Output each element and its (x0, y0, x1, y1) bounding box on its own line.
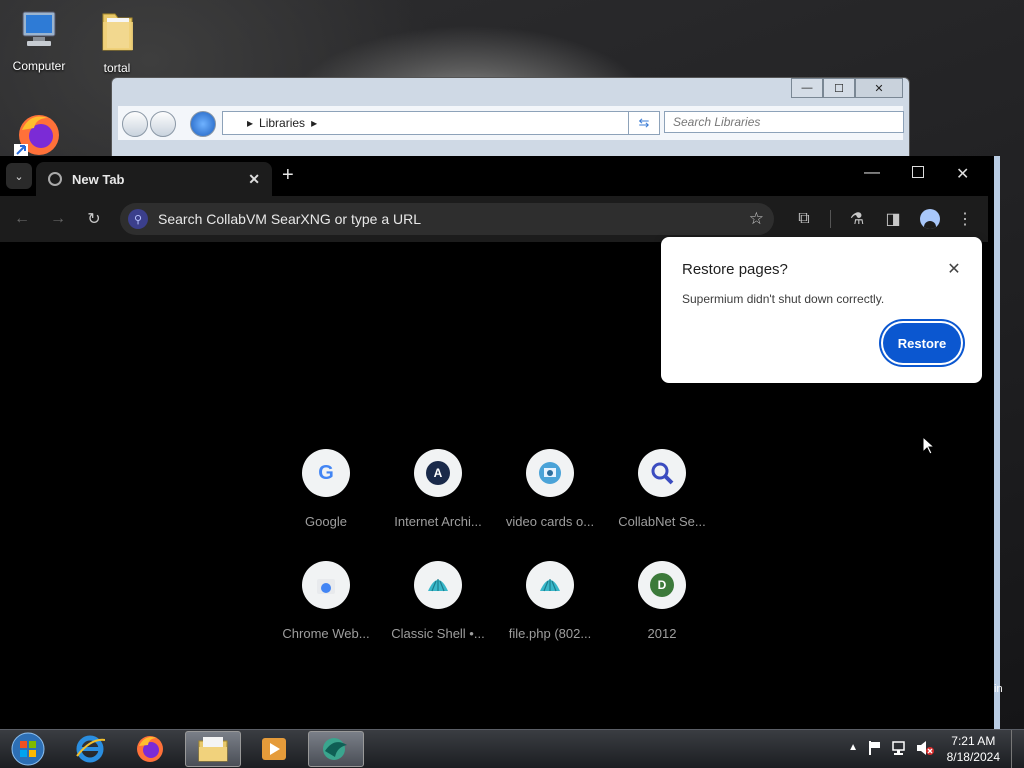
folder-icon (82, 8, 152, 57)
desktop-icon-label: tortal (103, 61, 131, 75)
desktop-partial-label: in (994, 683, 1003, 695)
forward-button[interactable]: → (45, 206, 71, 232)
close-window-button[interactable]: ✕ (956, 164, 969, 184)
shell-icon (414, 561, 462, 609)
shortcut-tile[interactable]: A Internet Archi... (388, 449, 488, 529)
clock-date: 8/18/2024 (946, 750, 1000, 764)
restore-pages-dialog: Restore pages? ✕ Supermium didn't shut d… (661, 237, 982, 383)
extensions-icon[interactable]: ⧉ (791, 206, 817, 232)
shortcut-tile[interactable]: Chrome Web... (276, 561, 376, 641)
shortcut-label: Google (305, 514, 347, 529)
page-icon (526, 449, 574, 497)
archive-icon: A (414, 449, 462, 497)
chevron-down-icon: ⌄ (14, 170, 24, 183)
desktop-icon-computer[interactable]: Computer (4, 8, 74, 73)
taskbar-clock[interactable]: 7:21 AM 8/18/2024 (947, 733, 1000, 765)
shortcut-tile[interactable]: Classic Shell •... (388, 561, 488, 641)
up-icon[interactable] (190, 111, 216, 137)
explorer-address-bar: ▸ Libraries ▸ ▼ ⇆ Search Libraries (118, 106, 904, 140)
google-icon: G (302, 449, 350, 497)
firefox-icon[interactable] (122, 731, 178, 767)
action-center-flag-icon[interactable] (868, 740, 882, 759)
explorer-minimize-button[interactable]: — (791, 78, 823, 98)
explorer-window-controls: — ☐ ✕ (791, 78, 903, 98)
shortcut-tile[interactable]: G Google (276, 449, 376, 529)
show-hidden-icons-icon[interactable]: ▲ (848, 742, 858, 753)
explorer-maximize-button[interactable]: ☐ (823, 78, 855, 98)
omnibox[interactable]: ⚲ Search CollabVM SearXNG or type a URL … (120, 203, 774, 235)
explorer-close-button[interactable]: ✕ (855, 78, 903, 98)
firefox-desktop-icon[interactable] (14, 110, 64, 161)
tab-strip: ⌄ New Tab ✕ + — ✕ (0, 156, 988, 196)
shortcut-label: 2012 (647, 626, 677, 641)
menu-kebab-icon[interactable]: ⋮ (952, 206, 978, 232)
volume-muted-icon[interactable] (916, 740, 934, 759)
search-icon (638, 449, 686, 497)
explorer-search-input[interactable]: Search Libraries (664, 111, 904, 133)
shortcut-label: Chrome Web... (282, 626, 370, 641)
forward-icon[interactable] (150, 111, 176, 137)
back-icon[interactable] (122, 111, 148, 137)
desktop: Computer tortal — ☐ ✕ ▸ Libraries ▸ ▼ ⇆ (0, 0, 1024, 768)
close-icon[interactable]: ✕ (944, 259, 964, 279)
taskbar: ▲ 7:21 AM 8/18/2024 (0, 729, 1024, 768)
labs-flask-icon[interactable]: ⚗ (844, 206, 870, 232)
file-explorer-icon[interactable] (185, 731, 241, 767)
tab-new-tab[interactable]: New Tab ✕ (36, 162, 272, 196)
maximize-button[interactable] (912, 166, 924, 178)
windows-logo-icon (11, 732, 45, 766)
reload-button[interactable]: ↻ (81, 206, 107, 232)
shortcut-label: file.php (802... (508, 626, 592, 641)
shortcut-tile[interactable]: D 2012 (612, 561, 712, 641)
webstore-icon (302, 561, 350, 609)
supermium-browser-icon[interactable] (308, 731, 364, 767)
explorer-address-input[interactable]: ▸ Libraries ▸ ▼ (222, 111, 656, 135)
shortcut-label: CollabNet Se... (618, 514, 706, 529)
minimize-button[interactable]: — (864, 164, 880, 182)
shortcut-label: Classic Shell •... (391, 626, 485, 641)
dialog-message: Supermium didn't shut down correctly. (682, 292, 885, 306)
show-desktop-button[interactable] (1011, 730, 1024, 768)
tab-search-button[interactable]: ⌄ (6, 163, 32, 189)
bookmark-star-icon[interactable]: ☆ (749, 209, 764, 229)
close-icon[interactable]: ✕ (248, 171, 260, 188)
shortcut-tile[interactable]: file.php (802... (500, 561, 600, 641)
internet-explorer-icon[interactable] (62, 731, 118, 767)
search-icon: ⚲ (128, 209, 148, 229)
chevron-right-icon: ▸ (311, 116, 318, 130)
dialog-title: Restore pages? (682, 261, 788, 278)
start-button[interactable] (0, 731, 56, 767)
profile-avatar-icon[interactable] (917, 206, 943, 232)
desktop-icon-label: Computer (12, 59, 66, 73)
side-panel-icon[interactable]: ◨ (880, 206, 906, 232)
breadcrumb-libraries[interactable]: Libraries (259, 116, 305, 130)
toolbar-divider (830, 210, 831, 228)
clock-time: 7:21 AM (951, 734, 996, 748)
refresh-icon[interactable]: ⇆ (628, 111, 660, 135)
chevron-right-icon: ▸ (247, 116, 254, 130)
restore-button[interactable]: Restore (883, 323, 961, 363)
browser-toolbar: ← → ↻ ⚲ Search CollabVM SearXNG or type … (0, 196, 988, 242)
media-player-icon[interactable] (246, 731, 302, 767)
desktop-icon-tortal[interactable]: tortal (82, 8, 152, 75)
letter-d-icon: D (638, 561, 686, 609)
network-icon[interactable] (892, 740, 908, 759)
omnibox-placeholder: Search CollabVM SearXNG or type a URL (158, 211, 421, 227)
mouse-cursor-icon (922, 435, 936, 461)
shortcut-tile[interactable]: CollabNet Se... (612, 449, 712, 529)
shell-icon (526, 561, 574, 609)
back-button[interactable]: ← (9, 206, 35, 232)
tab-title: New Tab (72, 171, 125, 187)
globe-icon (48, 172, 62, 186)
computer-icon (4, 8, 74, 55)
shortcut-tile[interactable]: video cards o... (500, 449, 600, 529)
new-tab-button[interactable]: + (282, 164, 294, 187)
shortcut-label: Internet Archi... (394, 514, 482, 529)
shortcut-label: video cards o... (505, 514, 595, 529)
